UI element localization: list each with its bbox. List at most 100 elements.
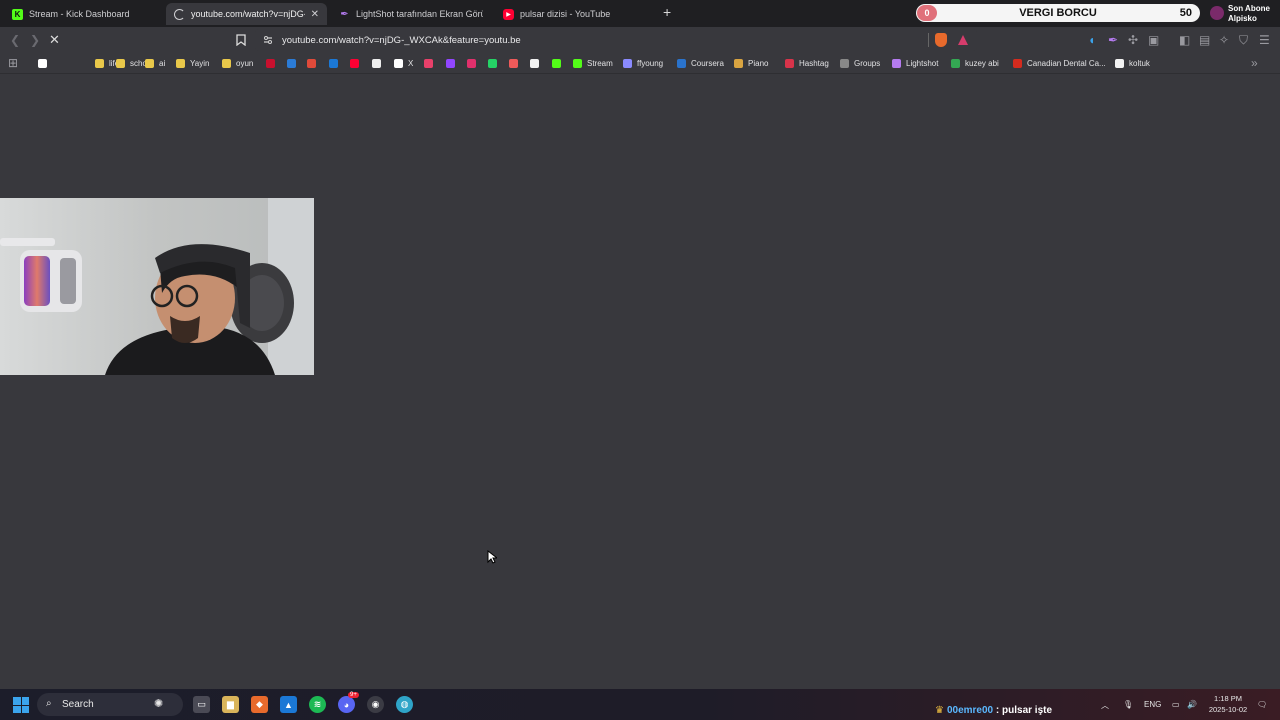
- bookmark-icon[interactable]: [236, 34, 246, 46]
- forward-icon[interactable]: ❯: [30, 33, 40, 47]
- search-icon: ⌕: [46, 698, 52, 709]
- tab-lightshot[interactable]: ✒ LightShot tarafından Ekran Görüntüsü: [331, 3, 491, 25]
- pinterest-icon: [266, 59, 275, 68]
- folder-icon: [116, 59, 125, 68]
- tab-manager-icon[interactable]: ▣: [1148, 33, 1159, 47]
- tab-title: Stream - Kick Dashboard: [29, 9, 130, 19]
- windows-start-icon[interactable]: [13, 697, 29, 713]
- microphone-icon[interactable]: 🎙: [1123, 700, 1133, 709]
- notifications-icon[interactable]: 🗨: [1257, 700, 1267, 709]
- clock-date: 2025-10-02: [1208, 705, 1248, 714]
- abone-label: Son Abone: [1228, 4, 1270, 13]
- bookmark-item[interactable]: [266, 57, 280, 70]
- chat-message: : pulsar işte: [993, 705, 1053, 716]
- brave-rewards-icon[interactable]: [958, 35, 968, 45]
- windows-taskbar: ⌕ Search ✺ ▭ ▆ ◆ ▲ ≋ ◕ 9+ ◉ ◍ ♛ 00emre00 …: [0, 689, 1280, 720]
- bookmark-item[interactable]: X: [394, 57, 413, 70]
- kick-icon: K: [12, 8, 23, 20]
- bookmark-item[interactable]: ffyoung: [623, 57, 663, 70]
- menu-icon[interactable]: ☰: [1259, 33, 1270, 47]
- twitch-icon: [446, 59, 455, 68]
- file-explorer-icon[interactable]: ▆: [222, 696, 239, 713]
- globe-app-icon[interactable]: ◍: [396, 696, 413, 713]
- tab-title: youtube.com/watch?v=njDG-_W: [191, 9, 305, 19]
- bookmark-item[interactable]: Piano: [734, 57, 768, 70]
- bookmark-item[interactable]: [509, 57, 523, 70]
- bookmark-item[interactable]: oyun: [222, 57, 253, 70]
- lightshot-extension-icon[interactable]: ✒: [1108, 33, 1118, 47]
- photos-icon[interactable]: ▲: [280, 696, 297, 713]
- spotify-icon[interactable]: ≋: [309, 696, 326, 713]
- bookmark-item[interactable]: [287, 57, 301, 70]
- tumblr-icon: [509, 59, 518, 68]
- bookmark-item[interactable]: Coursera: [677, 57, 724, 70]
- bookmark-item[interactable]: Yayin: [176, 57, 209, 70]
- bookmark-item[interactable]: [530, 57, 544, 70]
- bookmark-item[interactable]: Canadian Dental Ca...: [1013, 57, 1106, 70]
- brave-browser-icon[interactable]: ◆: [251, 696, 268, 713]
- bookmark-item[interactable]: koltuk: [1115, 57, 1150, 70]
- bookmark-item[interactable]: [467, 57, 481, 70]
- streamer-webcam-image: [0, 198, 314, 375]
- address-bar[interactable]: youtube.com/watch?v=njDG-_WXCAk&feature=…: [255, 29, 977, 51]
- tab-youtube-watch[interactable]: youtube.com/watch?v=njDG-_W ✕: [166, 3, 327, 25]
- bookmark-item[interactable]: Lightshot: [892, 57, 938, 70]
- system-clock[interactable]: 1:18 PM 2025-10-02: [1203, 693, 1253, 715]
- audio-extension-icon[interactable]: ◖: [1088, 33, 1095, 47]
- bookmark-item[interactable]: ai: [145, 57, 165, 70]
- leo-ai-icon[interactable]: ✧: [1219, 33, 1229, 47]
- network-icon[interactable]: ▭: [1172, 700, 1180, 709]
- site-info-icon[interactable]: [263, 35, 273, 45]
- bookmark-item[interactable]: kuzey abi: [951, 57, 999, 70]
- bookmark-item[interactable]: [307, 57, 321, 70]
- url-text: youtube.com/watch?v=njDG-_WXCAk&feature=…: [282, 35, 521, 46]
- vergi-title: VERGI BORCU: [1019, 7, 1097, 19]
- sidebar-icon[interactable]: ◧: [1179, 33, 1190, 47]
- apps-grid-icon[interactable]: ⊞: [8, 56, 18, 70]
- toolbar-divider: [0, 73, 1280, 74]
- bookmark-item[interactable]: [350, 57, 364, 70]
- youtube-icon: [350, 59, 359, 68]
- bookmark-item[interactable]: [424, 57, 438, 70]
- bookmark-item[interactable]: [372, 57, 386, 70]
- stop-loading-icon[interactable]: ✕: [49, 32, 60, 48]
- close-icon[interactable]: ✕: [311, 9, 319, 20]
- bookmark-item[interactable]: [552, 57, 566, 70]
- extensions-icon[interactable]: ✣: [1128, 33, 1138, 47]
- bookmark-label: Lightshot: [906, 59, 939, 68]
- bookmark-item[interactable]: [488, 57, 502, 70]
- bookmark-item[interactable]: [329, 57, 343, 70]
- taskbar-search[interactable]: ⌕ Search ✺: [37, 693, 183, 716]
- vpn-shield-icon[interactable]: ⛉: [1239, 33, 1248, 48]
- drive-icon: [951, 59, 960, 68]
- bookmark-item[interactable]: Stream: [573, 57, 613, 70]
- bookmark-label: ffyoung: [637, 59, 664, 68]
- bookmark-item[interactable]: [38, 57, 52, 70]
- x-icon: [394, 59, 403, 68]
- wallet-icon[interactable]: ▤: [1199, 33, 1210, 47]
- youtube-icon: ▶: [503, 8, 514, 20]
- discord-badge: 9+: [348, 692, 359, 698]
- gmail-icon: [307, 59, 316, 68]
- bookmark-item[interactable]: [446, 57, 460, 70]
- stream-chat-overlay: ♛ 00emre00 : pulsar işte: [935, 705, 1052, 716]
- obs-icon[interactable]: ◉: [367, 696, 384, 713]
- whatsapp-icon: [488, 59, 497, 68]
- tab-pulsar-youtube[interactable]: ▶ pulsar dizisi - YouTube: [495, 3, 655, 25]
- back-icon[interactable]: ❮: [10, 33, 20, 47]
- brave-shields-icon[interactable]: [935, 33, 947, 47]
- more-bookmarks-icon[interactable]: »: [1251, 56, 1258, 70]
- abone-name: Alpisko: [1228, 14, 1257, 23]
- discord-icon[interactable]: ◕: [338, 696, 355, 713]
- language-indicator[interactable]: ENG: [1144, 700, 1161, 709]
- volume-icon[interactable]: 🔊: [1187, 700, 1197, 709]
- heart-icon: [1210, 6, 1224, 20]
- bookmark-item[interactable]: Groups: [840, 57, 880, 70]
- new-tab-button[interactable]: +: [663, 4, 671, 20]
- chevron-up-icon[interactable]: ︿: [1101, 700, 1109, 711]
- task-view-icon[interactable]: ▭: [193, 696, 210, 713]
- folder-icon: [95, 59, 104, 68]
- amazon-icon: [1115, 59, 1124, 68]
- bookmark-item[interactable]: Hashtag: [785, 57, 829, 70]
- tab-kick-dashboard[interactable]: K Stream - Kick Dashboard: [4, 3, 164, 25]
